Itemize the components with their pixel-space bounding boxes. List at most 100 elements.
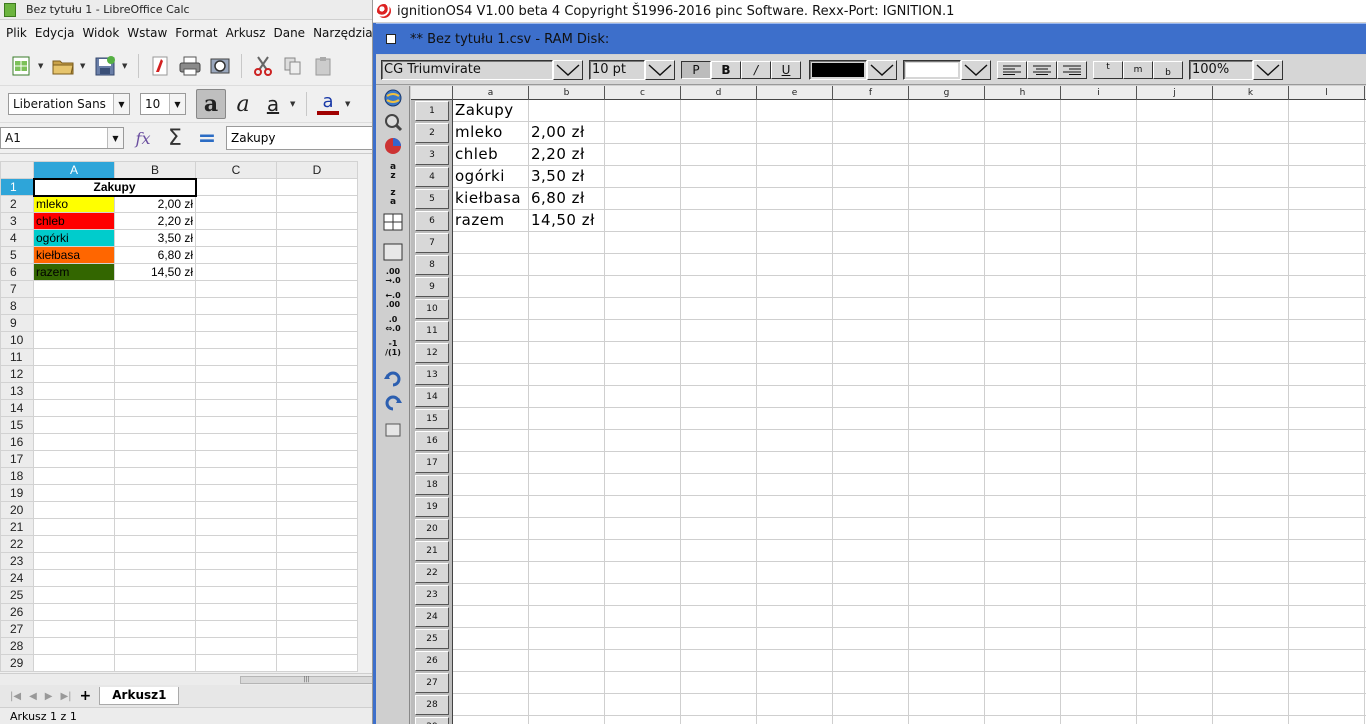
cell[interactable]	[276, 535, 358, 553]
cell[interactable]	[195, 263, 277, 281]
cell[interactable]	[276, 467, 358, 485]
cell[interactable]	[33, 382, 115, 400]
cell[interactable]	[276, 416, 358, 434]
cell[interactable]	[276, 654, 358, 672]
row-header[interactable]: 19	[0, 484, 34, 502]
cell[interactable]	[195, 518, 277, 536]
cell[interactable]	[33, 620, 115, 638]
ignition-spreadsheet[interactable]: abcdefghijkl 1 2 3 4 5 6 7 8 9 10 11 12 13 14 15 16 17 18…	[411, 86, 1366, 724]
row-header[interactable]: 2	[0, 195, 34, 213]
menu-item[interactable]: Plik	[2, 26, 31, 40]
cell[interactable]	[276, 569, 358, 587]
name-box[interactable]: A1 ▼	[0, 127, 124, 149]
column-header[interactable]: B	[114, 161, 196, 179]
cell[interactable]	[195, 484, 277, 502]
sheet-tab-arkusz1[interactable]: Arkusz1	[99, 687, 180, 705]
prev-sheet-icon[interactable]: ◀	[29, 691, 37, 702]
cell[interactable]	[195, 314, 277, 332]
cell[interactable]	[195, 382, 277, 400]
cell[interactable]	[114, 314, 196, 332]
cell[interactable]	[195, 195, 277, 213]
row-header[interactable]: 27	[0, 620, 34, 638]
cell[interactable]	[276, 637, 358, 655]
cell[interactable]	[276, 331, 358, 349]
ig-cell-text[interactable]: kiełbasa	[455, 188, 521, 209]
cell[interactable]	[114, 467, 196, 485]
cell[interactable]	[114, 365, 196, 383]
row-header[interactable]: 18	[0, 467, 34, 485]
ig-row-header[interactable]: 26	[415, 651, 449, 671]
ig-row-header[interactable]: 17	[415, 453, 449, 473]
cell[interactable]	[195, 246, 277, 264]
first-sheet-icon[interactable]: |◀	[10, 691, 21, 702]
ig-row-header[interactable]: 6	[415, 211, 449, 231]
row-header[interactable]: 23	[0, 552, 34, 570]
cell-border-icon[interactable]	[382, 242, 404, 262]
row-header[interactable]: 4	[0, 229, 34, 247]
ig-column-header[interactable]: g	[909, 86, 985, 100]
popup-chevron-icon[interactable]	[553, 59, 583, 80]
horizontal-scrollbar[interactable]: |||	[0, 673, 372, 685]
row-header[interactable]: 12	[0, 365, 34, 383]
column-header[interactable]: C	[195, 161, 277, 179]
cell[interactable]	[276, 229, 358, 247]
ig-row-header[interactable]: 13	[415, 365, 449, 385]
cell[interactable]	[114, 501, 196, 519]
font-color-dropdown-icon[interactable]: ▼	[345, 100, 353, 108]
open-dropdown-icon[interactable]: ▼	[80, 62, 88, 70]
cell[interactable]	[33, 314, 115, 332]
align-left-icon[interactable]	[997, 60, 1027, 79]
row-header[interactable]: 1	[0, 178, 34, 196]
row-header[interactable]: 16	[0, 433, 34, 451]
export-pdf-icon[interactable]	[147, 53, 173, 79]
cell[interactable]	[114, 433, 196, 451]
menu-item[interactable]: Format	[171, 26, 221, 40]
ig-row-header[interactable]: 16	[415, 431, 449, 451]
row-header[interactable]: 26	[0, 603, 34, 621]
italic-icon[interactable]: a	[230, 91, 256, 117]
copy-icon[interactable]	[280, 53, 306, 79]
new-document-icon[interactable]	[8, 53, 34, 79]
cell[interactable]	[195, 178, 277, 196]
popup-chevron-icon[interactable]	[867, 59, 897, 80]
cell[interactable]	[195, 569, 277, 587]
cell[interactable]	[276, 178, 358, 196]
cell[interactable]: ogórki	[33, 229, 115, 247]
row-header[interactable]: 17	[0, 450, 34, 468]
insert-cells-icon[interactable]	[382, 212, 404, 232]
ig-column-header[interactable]: k	[1213, 86, 1289, 100]
row-header[interactable]: 22	[0, 535, 34, 553]
cell[interactable]	[114, 620, 196, 638]
cell[interactable]	[276, 484, 358, 502]
cell[interactable]	[114, 518, 196, 536]
cell[interactable]	[276, 246, 358, 264]
ig-text-color-field[interactable]	[809, 59, 867, 80]
cell[interactable]	[33, 433, 115, 451]
cell[interactable]	[195, 331, 277, 349]
font-color-icon[interactable]: a	[315, 91, 341, 117]
row-header[interactable]: 15	[0, 416, 34, 434]
ig-row-header[interactable]: 19	[415, 497, 449, 517]
blank-tool-icon[interactable]	[382, 420, 404, 440]
cell[interactable]	[33, 297, 115, 315]
cell[interactable]: 14,50 zł	[114, 263, 196, 281]
row-header[interactable]: 25	[0, 586, 34, 604]
ignition-window-titlebar[interactable]: ** Bez tytułu 1.csv - RAM Disk:	[376, 23, 1366, 54]
cell[interactable]	[195, 297, 277, 315]
formula-input[interactable]: Zakupy	[226, 126, 372, 150]
cell[interactable]	[195, 467, 277, 485]
cell[interactable]	[195, 280, 277, 298]
cell[interactable]	[114, 280, 196, 298]
ig-row-header[interactable]: 5	[415, 189, 449, 209]
align-center-icon[interactable]	[1027, 60, 1057, 79]
menu-item[interactable]: Dane	[269, 26, 309, 40]
cell[interactable]	[114, 382, 196, 400]
ig-font-size-field[interactable]: 10 pt	[589, 59, 645, 80]
ig-cell-text[interactable]: mleko	[455, 122, 503, 143]
cell[interactable]	[114, 484, 196, 502]
decimal-format-icon[interactable]: .0 ⇔.0	[382, 314, 404, 334]
row-header[interactable]: 8	[0, 297, 34, 315]
cell[interactable]	[114, 569, 196, 587]
ig-column-header[interactable]: a	[453, 86, 529, 100]
cell[interactable]	[276, 348, 358, 366]
